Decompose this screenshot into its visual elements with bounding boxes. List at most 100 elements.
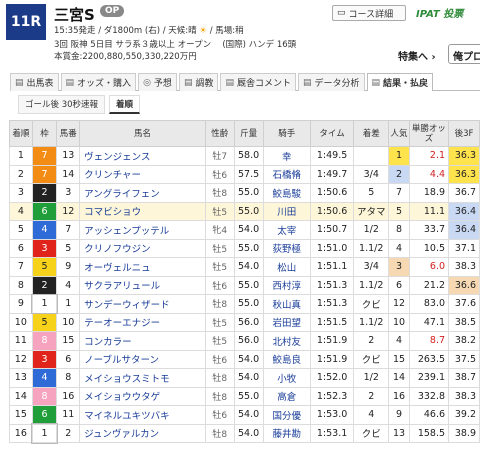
margin-cell: 1/2 [353, 368, 390, 388]
sex-age-cell: 牡8 [204, 368, 235, 388]
jockey-link[interactable]: 川田 [262, 201, 311, 221]
tab-training[interactable]: ▤ 調教 [178, 73, 219, 91]
last3f-cell: 36.3 [448, 146, 480, 166]
table-row[interactable]: 8 2 4 サクラアリュール 牡6 55.0 西村淳 1:51.3 1.1/2 6 21.2 36.6 [9, 275, 480, 295]
horse-name-link[interactable]: メイショウウタゲ [79, 386, 206, 406]
horse-name-link[interactable]: サクラアリュール [79, 275, 206, 295]
jockey-link[interactable]: 高倉 [262, 386, 311, 406]
horse-name-link[interactable]: オーヴェルニュ [79, 257, 206, 277]
subtab-order[interactable]: 着順 [109, 95, 141, 114]
table-row[interactable]: 1 7 13 ヴェンジェンス 牡7 58.0 幸 1:49.5 1 2.1 36.3 [9, 146, 480, 166]
jockey-link[interactable]: 石橋脩 [262, 164, 311, 184]
table-row[interactable]: 6 3 5 クリノフウジン 牡5 55.0 荻野極 1:51.0 1.1/2 4 10.5 37.1 [9, 238, 480, 258]
rank-cell: 14 [9, 386, 33, 406]
horse-name-link[interactable]: ジュンヴァルカン [79, 423, 206, 443]
table-row[interactable]: 9 1 1 サンデーウィザード 牡8 55.0 秋山真 1:51.3 クビ 12 83.0 37.6 [9, 293, 480, 314]
jockey-link[interactable]: 小牧 [262, 368, 311, 388]
horse-name-link[interactable]: ノーブルサターン [79, 349, 206, 369]
odds-cell: 33.7 [408, 220, 450, 240]
tab-yoso[interactable]: ◎ 予想 [138, 73, 177, 91]
table-row[interactable]: 16 1 2 ジュンヴァルカン 牡8 54.0 藤井勘 1:53.1 クビ 13 158.5 38.9 [9, 423, 480, 444]
jockey-link[interactable]: 藤井勘 [262, 423, 311, 443]
tab-label: データ分析 [314, 79, 360, 89]
race-info-text: 15:35発走 / ダ1800m (右) / 天候:晴 [54, 26, 197, 36]
table-row[interactable]: 3 2 3 アングライフェン 牡8 55.0 鮫島駿 1:50.6 5 7 18.9 36.7 [9, 183, 480, 203]
horse-name-link[interactable]: クリンチャー [79, 164, 206, 184]
horse-name-link[interactable]: アングライフェン [79, 183, 206, 203]
jockey-link[interactable]: 松山 [262, 257, 311, 277]
weight-cell: 57.5 [233, 164, 264, 184]
subtab-quick[interactable]: ゴール後 30秒速報 [18, 95, 106, 114]
my-pro-button[interactable]: 俺プロ [448, 44, 480, 64]
tab-comment[interactable]: ▤ 厩舎コメント [220, 73, 296, 91]
table-row[interactable]: 11 8 15 コンカラー 牡5 56.0 北村友 1:51.9 2 4 8.7 38.2 [9, 331, 480, 351]
waku-cell: 5 [31, 257, 58, 277]
popularity-cell: 15 [388, 349, 410, 369]
jockey-link[interactable]: 太宰 [262, 220, 311, 240]
race-name: 三宮S [54, 6, 95, 24]
jockey-link[interactable]: 秋山真 [262, 294, 311, 314]
table-row[interactable]: 12 3 6 ノーブルサターン 牡6 54.0 鮫島良 1:51.9 クビ 15 263.5 37.5 [9, 349, 480, 369]
table-row[interactable]: 14 8 16 メイショウウタゲ 牡8 55.0 高倉 1:52.3 2 16 332.8 38.3 [9, 386, 480, 406]
weight-cell: 54.0 [233, 220, 264, 240]
margin-cell: クビ [353, 294, 390, 314]
odds-cell: 6.0 [408, 257, 450, 277]
horse-number-cell: 11 [56, 405, 81, 425]
horse-number-cell: 3 [56, 183, 81, 203]
table-row[interactable]: 15 6 11 マイネルユキツバキ 牡6 54.0 国分優 1:53.0 4 9 46.6 39.2 [9, 405, 480, 425]
horse-name-link[interactable]: テーオーエナジー [79, 312, 206, 332]
weight-cell: 55.0 [233, 386, 264, 406]
race-info-line2: 3回 阪神 5日目 サラ系３歳以上 オープン (国際) ハンデ 16頭 [54, 40, 297, 50]
popularity-cell: 13 [388, 423, 410, 443]
last3f-cell: 36.4 [448, 201, 480, 221]
popularity-cell: 5 [388, 201, 410, 221]
col-weight: 斤量 [233, 120, 264, 147]
tab-odds[interactable]: ▤ オッズ・購入 [60, 73, 137, 91]
sex-age-cell: 牡6 [204, 405, 235, 425]
jockey-link[interactable]: 北村友 [262, 331, 311, 351]
ipat-button[interactable]: IPAT 投票 [416, 5, 463, 20]
table-row[interactable]: 4 6 12 コマビショウ 牡5 55.0 川田 1:50.6 アタマ 5 11.1 36.4 [9, 201, 480, 221]
jockey-link[interactable]: 国分優 [262, 405, 311, 425]
jockey-link[interactable]: 岩田望 [262, 312, 311, 332]
table-row[interactable]: 2 7 14 クリンチャー 牡6 57.5 石橋脩 1:49.7 3/4 2 4.4 36.3 [9, 164, 480, 184]
rank-cell: 8 [9, 275, 33, 295]
weight-cell: 55.0 [233, 294, 264, 314]
horse-name-link[interactable]: アッシェンプッテル [79, 220, 206, 240]
jockey-link[interactable]: 荻野極 [262, 238, 311, 258]
tab-data[interactable]: ▤ データ分析 [298, 73, 365, 91]
rank-cell: 3 [9, 183, 33, 203]
tab-shutuba[interactable]: ▤ 出馬表 [10, 73, 59, 91]
rank-cell: 4 [9, 201, 33, 221]
table-row[interactable]: 7 5 9 オーヴェルニュ 牡5 54.0 松山 1:51.1 3/4 3 6.0 38.3 [9, 257, 480, 277]
course-detail-button[interactable]: ▭ コース詳細 [332, 5, 406, 21]
horse-name-link[interactable]: コマビショウ [79, 201, 206, 221]
weight-cell: 54.0 [233, 257, 264, 277]
horse-name-link[interactable]: コンカラー [79, 331, 206, 351]
table-row[interactable]: 5 4 7 アッシェンプッテル 牝4 54.0 太宰 1:50.7 1/2 8 33.7 36.4 [9, 220, 480, 240]
time-cell: 1:51.9 [309, 331, 355, 351]
jockey-link[interactable]: 幸 [262, 146, 311, 166]
tab-result[interactable]: ▤ 結果・払戻 [366, 73, 434, 91]
table-row[interactable]: 10 5 10 テーオーエナジー 牡5 56.0 岩田望 1:51.5 1.1/2 10 47.1 3… [9, 312, 480, 332]
horse-name-link[interactable]: サンデーウィザード [79, 294, 206, 314]
horse-name-link[interactable]: クリノフウジン [79, 238, 206, 258]
time-cell: 1:50.6 [309, 201, 355, 221]
waku-cell: 5 [31, 312, 58, 332]
weight-cell: 54.0 [233, 368, 264, 388]
jockey-link[interactable]: 鮫島駿 [262, 183, 311, 203]
jockey-link[interactable]: 西村淳 [262, 275, 311, 295]
time-cell: 1:53.0 [309, 405, 355, 425]
horse-name-link[interactable]: マイネルユキツバキ [79, 405, 206, 425]
table-header-row: 着順 枠 馬番 馬名 性齢 斤量 騎手 タイム 着差 人気 単勝オッズ 後3F [9, 120, 480, 147]
jockey-link[interactable]: 鮫島良 [262, 349, 311, 369]
sex-age-cell: 牡6 [204, 275, 235, 295]
sex-age-cell: 牡8 [204, 294, 235, 314]
sex-age-cell: 牡5 [204, 201, 235, 221]
weight-cell: 56.0 [233, 312, 264, 332]
horse-name-link[interactable]: ヴェンジェンス [79, 146, 206, 166]
special-feature-link[interactable]: 特集へ › [398, 48, 436, 63]
odds-cell: 332.8 [408, 386, 450, 406]
horse-name-link[interactable]: メイショウスミトモ [79, 368, 206, 388]
table-row[interactable]: 13 4 8 メイショウスミトモ 牡8 54.0 小牧 1:52.0 1/2 14 239.1 38.… [9, 368, 480, 388]
